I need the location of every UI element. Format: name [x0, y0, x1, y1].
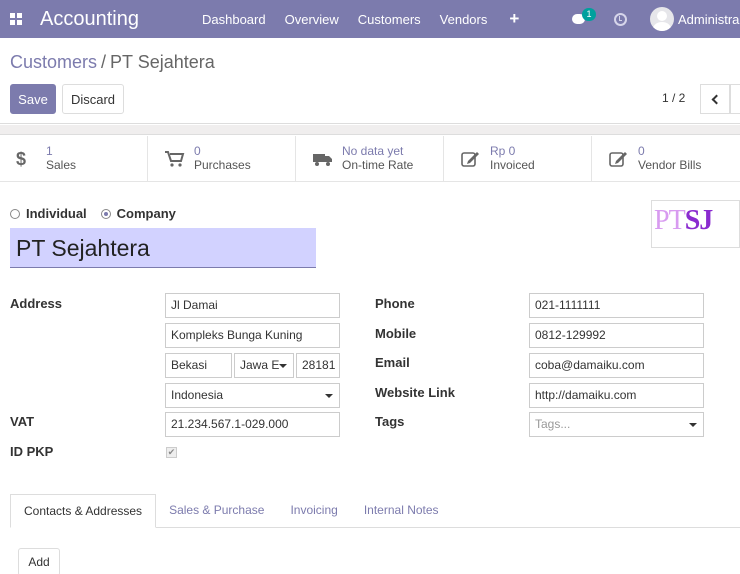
sales-count: 1	[46, 144, 53, 158]
pager-value[interactable]: 1 / 2	[662, 91, 685, 105]
add-contact-button[interactable]: Add	[18, 548, 60, 574]
vendor-bills-stat-button[interactable]: 0 Vendor Bills	[592, 136, 740, 182]
vat-label: VAT	[10, 414, 35, 429]
country-value: Indonesia	[171, 388, 224, 402]
street-input[interactable]: Jl Damai	[165, 293, 340, 318]
street2-input[interactable]: Kompleks Bunga Kuning	[165, 323, 340, 348]
tags-placeholder: Tags...	[535, 417, 571, 431]
radio-individual[interactable]	[10, 208, 20, 219]
truck-icon	[312, 150, 334, 168]
menu-item-customers[interactable]: Customers	[358, 12, 421, 27]
notebook-tabs: Contacts & Addresses Sales & Purchase In…	[10, 494, 740, 528]
tags-label: Tags	[375, 414, 405, 429]
menu-item-overview[interactable]: Overview	[285, 12, 339, 27]
user-name[interactable]: Administra	[678, 12, 739, 27]
radio-company[interactable]	[100, 208, 111, 219]
vat-input[interactable]: 21.234.567.1-029.000	[165, 412, 340, 437]
breadcrumb-current: PT Sejahtera	[110, 52, 215, 72]
company-type-selector: Individual Company	[10, 206, 190, 221]
invoiced-label: Invoiced	[490, 158, 535, 172]
cart-icon	[164, 150, 186, 168]
purchases-label: Purchases	[194, 158, 251, 172]
caret-down-icon	[325, 394, 333, 398]
control-panel: Customers / PT Sejahtera Save Discard 1 / …	[0, 38, 740, 124]
pager-next-button[interactable]	[730, 84, 740, 114]
address-label: Address	[10, 296, 63, 311]
sales-label: Sales	[46, 158, 77, 172]
state-select[interactable]: Jawa E	[234, 353, 294, 378]
caret-down-icon	[689, 423, 697, 427]
breadcrumb: Customers / PT Sejahtera	[10, 52, 215, 73]
id-pkp-label: ID PKP	[10, 444, 54, 459]
radio-company-label[interactable]: Company	[117, 206, 176, 221]
main-menu: Dashboard Overview Customers Vendors +	[202, 0, 538, 38]
radio-individual-label[interactable]: Individual	[26, 206, 87, 221]
purchases-stat-button[interactable]: 0 Purchases	[148, 136, 296, 182]
on-time-rate-value: No data yet	[342, 144, 404, 158]
mobile-label: Mobile	[375, 326, 417, 341]
state-value: Jawa E	[240, 358, 280, 372]
apps-menu-icon[interactable]	[10, 13, 22, 25]
city-input[interactable]: Bekasi	[165, 353, 232, 378]
menu-item-vendors[interactable]: Vendors	[440, 12, 488, 27]
invoiced-stat-button[interactable]: Rp 0 Invoiced	[444, 136, 592, 182]
chevron-left-icon	[711, 94, 722, 104]
caret-down-icon	[279, 364, 287, 368]
discard-button[interactable]: Discard	[62, 84, 124, 114]
clock-icon[interactable]	[614, 12, 627, 26]
top-navbar: Accounting Dashboard Overview Customers …	[0, 0, 740, 38]
sales-stat-button[interactable]: $ 1 Sales	[0, 136, 148, 182]
systray: 1 Administra	[572, 0, 739, 38]
on-time-rate-label: On-time Rate	[342, 158, 414, 172]
invoiced-value: Rp 0	[490, 144, 516, 158]
chat-badge: 1	[582, 8, 596, 21]
edit-icon	[460, 150, 482, 168]
email-input[interactable]: coba@damaiku.com	[529, 353, 704, 378]
tab-invoicing[interactable]: Invoicing	[277, 494, 350, 528]
breadcrumb-customers[interactable]: Customers	[10, 52, 97, 72]
tab-internal-notes[interactable]: Internal Notes	[351, 494, 452, 528]
logo-text-light: PT	[654, 205, 686, 236]
phone-input[interactable]: 021-1111111	[529, 293, 704, 318]
email-label: Email	[375, 355, 410, 370]
partner-name-input[interactable]: PT Sejahtera	[10, 228, 316, 268]
vendor-bills-count: 0	[638, 144, 645, 158]
avatar[interactable]	[650, 7, 674, 31]
website-input[interactable]: http://damaiku.com	[529, 383, 704, 408]
smart-buttons: $ 1 Sales 0 Purchases No data yet On-tim…	[0, 136, 740, 182]
website-label: Website Link	[375, 385, 455, 400]
company-logo[interactable]: PTSJ	[651, 200, 740, 248]
chat-icon[interactable]: 1	[572, 8, 596, 26]
app-title[interactable]: Accounting	[40, 8, 139, 31]
tags-input[interactable]: Tags...	[529, 412, 704, 437]
logo-text-bold: SJ	[684, 205, 714, 236]
purchases-count: 0	[194, 144, 201, 158]
vendor-bills-label: Vendor Bills	[638, 158, 702, 172]
edit-icon	[608, 150, 630, 168]
id-pkp-checkbox[interactable]: ✔	[166, 447, 177, 458]
sheet-background	[0, 125, 740, 135]
zip-input[interactable]: 28181	[296, 353, 340, 378]
plus-icon[interactable]: +	[509, 9, 519, 29]
phone-label: Phone	[375, 296, 415, 311]
menu-item-dashboard[interactable]: Dashboard	[202, 12, 266, 27]
dollar-icon: $	[16, 149, 27, 169]
tab-sales-purchase[interactable]: Sales & Purchase	[156, 494, 277, 528]
country-select[interactable]: Indonesia	[165, 383, 340, 408]
pager-previous-button[interactable]	[700, 84, 730, 114]
save-button[interactable]: Save	[10, 84, 56, 114]
tab-contacts-addresses[interactable]: Contacts & Addresses	[10, 494, 157, 528]
mobile-input[interactable]: 0812-129992	[529, 323, 704, 348]
breadcrumb-separator: /	[101, 52, 107, 72]
on-time-rate-stat-button[interactable]: No data yet On-time Rate	[296, 136, 444, 182]
